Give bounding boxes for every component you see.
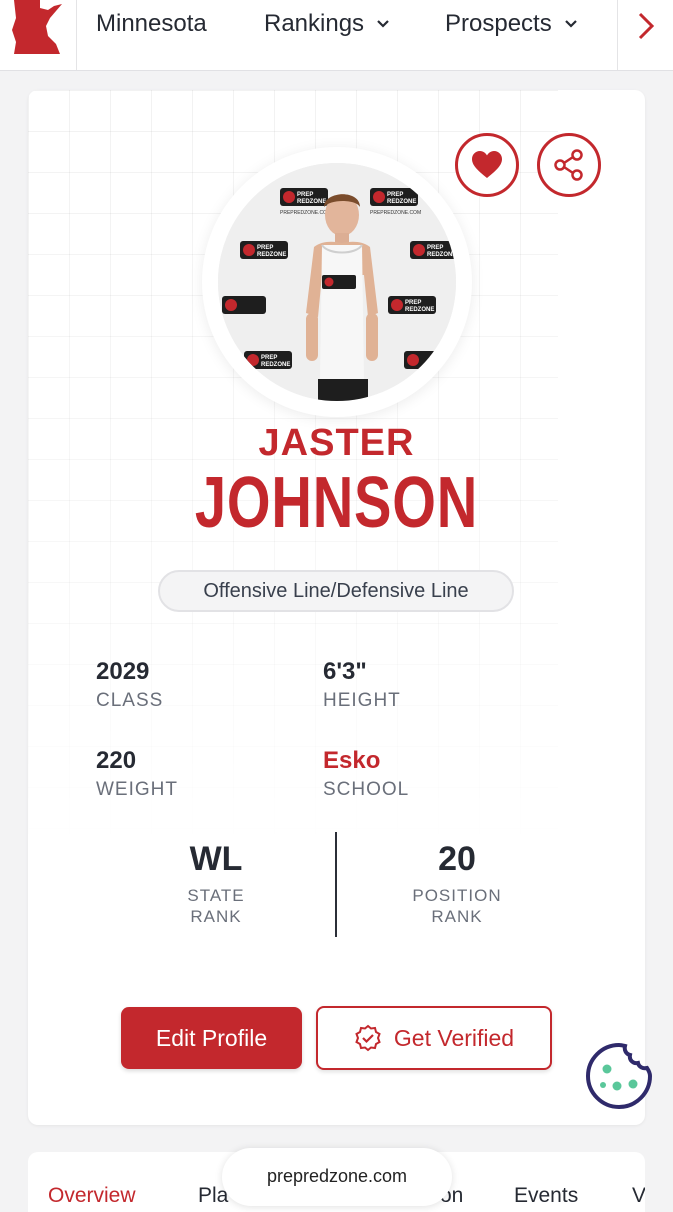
chevron-right-icon[interactable]: [632, 10, 660, 42]
cookie-icon[interactable]: [583, 1040, 655, 1112]
svg-text:REDZONE: REDZONE: [427, 252, 456, 258]
edit-profile-button[interactable]: Edit Profile: [121, 1007, 302, 1069]
stat-school: Esko SCHOOL: [323, 747, 523, 801]
stat-class: 2029 CLASS: [96, 658, 296, 712]
svg-text:PREP: PREP: [257, 245, 273, 251]
tab-overview[interactable]: Overview: [48, 1184, 136, 1208]
svg-text:PREP: PREP: [297, 192, 313, 198]
svg-text:PREP: PREP: [387, 192, 403, 198]
get-verified-label: Get Verified: [393, 1024, 515, 1051]
svg-text:REDZONE: REDZONE: [387, 199, 416, 205]
svg-text:PREPREDZONE.COM: PREPREDZONE.COM: [370, 210, 421, 216]
share-icon: [554, 149, 583, 181]
rank-label: POSITION RANK: [357, 885, 557, 927]
stat-label: WEIGHT: [96, 779, 178, 800]
state-rank: WL STATE RANK: [116, 840, 316, 927]
nav-item-rankings[interactable]: Rankings: [264, 6, 390, 42]
rank-label: STATE RANK: [116, 885, 316, 927]
minnesota-state-icon[interactable]: [10, 0, 64, 56]
svg-text:REDZONE: REDZONE: [297, 199, 326, 205]
stat-label: CLASS: [96, 690, 164, 711]
svg-text:REDZONE: REDZONE: [405, 307, 434, 313]
tab-events[interactable]: Events: [514, 1184, 578, 1208]
svg-text:PREPREDZONE.COM: PREPREDZONE.COM: [280, 210, 331, 216]
nav-divider: [76, 0, 77, 70]
svg-text:PREP: PREP: [427, 245, 443, 251]
stat-value: 220: [96, 747, 137, 774]
rank-label-line: RANK: [190, 907, 242, 926]
stat-value: 6'3": [323, 658, 367, 685]
heart-icon: [472, 151, 502, 178]
position-badge: Offensive Line/Defensive Line: [158, 570, 514, 612]
player-first-name: JASTER: [258, 422, 415, 464]
edit-profile-label: Edit Profile: [155, 1024, 268, 1051]
svg-text:PREP: PREP: [405, 300, 421, 306]
tab-v[interactable]: V: [632, 1184, 645, 1208]
nav-item-label: Prospects: [445, 10, 552, 37]
stat-value: 2029: [96, 658, 150, 685]
stat-label: SCHOOL: [323, 779, 410, 800]
avatar-ring: PREP REDZONE PREPREDZONE.COM PREP REDZON…: [202, 147, 472, 417]
favorite-button[interactable]: [455, 133, 519, 197]
state-rank-value: WL: [189, 840, 243, 878]
chevron-down-icon: [377, 20, 389, 28]
verified-badge-icon: [355, 1024, 381, 1052]
svg-text:PREP: PREP: [261, 355, 277, 361]
url-text: prepredzone.com: [266, 1166, 408, 1186]
nav-item-label: Rankings: [264, 10, 365, 37]
nav-item-minnesota[interactable]: Minnesota: [96, 6, 207, 42]
rank-divider: [335, 832, 337, 937]
svg-text:REDZONE: REDZONE: [257, 252, 286, 258]
position-rank: 20 POSITION RANK: [357, 840, 557, 927]
nav-item-prospects[interactable]: Prospects: [445, 6, 578, 42]
get-verified-button[interactable]: Get Verified: [316, 1006, 552, 1070]
browser-url-bar[interactable]: prepredzone.com: [222, 1148, 452, 1206]
rank-label-line: RANK: [431, 907, 483, 926]
stat-height: 6'3" HEIGHT: [323, 658, 523, 712]
stat-weight: 220 WEIGHT: [96, 747, 296, 801]
player-photo[interactable]: PREP REDZONE PREPREDZONE.COM PREP REDZON…: [218, 163, 456, 401]
rank-label-line: POSITION: [412, 886, 502, 905]
share-button[interactable]: [537, 133, 601, 197]
nav-item-label: Minnesota: [96, 10, 207, 37]
rank-label-line: STATE: [187, 886, 245, 905]
school-link[interactable]: Esko: [323, 747, 523, 777]
player-last-name: JOHNSON: [194, 463, 479, 543]
nav-divider: [617, 0, 618, 70]
stat-label: HEIGHT: [323, 690, 401, 711]
player-photo-image: PREP REDZONE PREPREDZONE.COM PREP REDZON…: [218, 163, 456, 401]
position-rank-value: 20: [438, 840, 476, 878]
top-navigation: Minnesota Rankings Prospects: [0, 0, 673, 71]
svg-text:REDZONE: REDZONE: [261, 362, 290, 368]
player-profile-card: PREP REDZONE PREPREDZONE.COM PREP REDZON…: [28, 90, 645, 1125]
chevron-down-icon: [564, 20, 577, 28]
